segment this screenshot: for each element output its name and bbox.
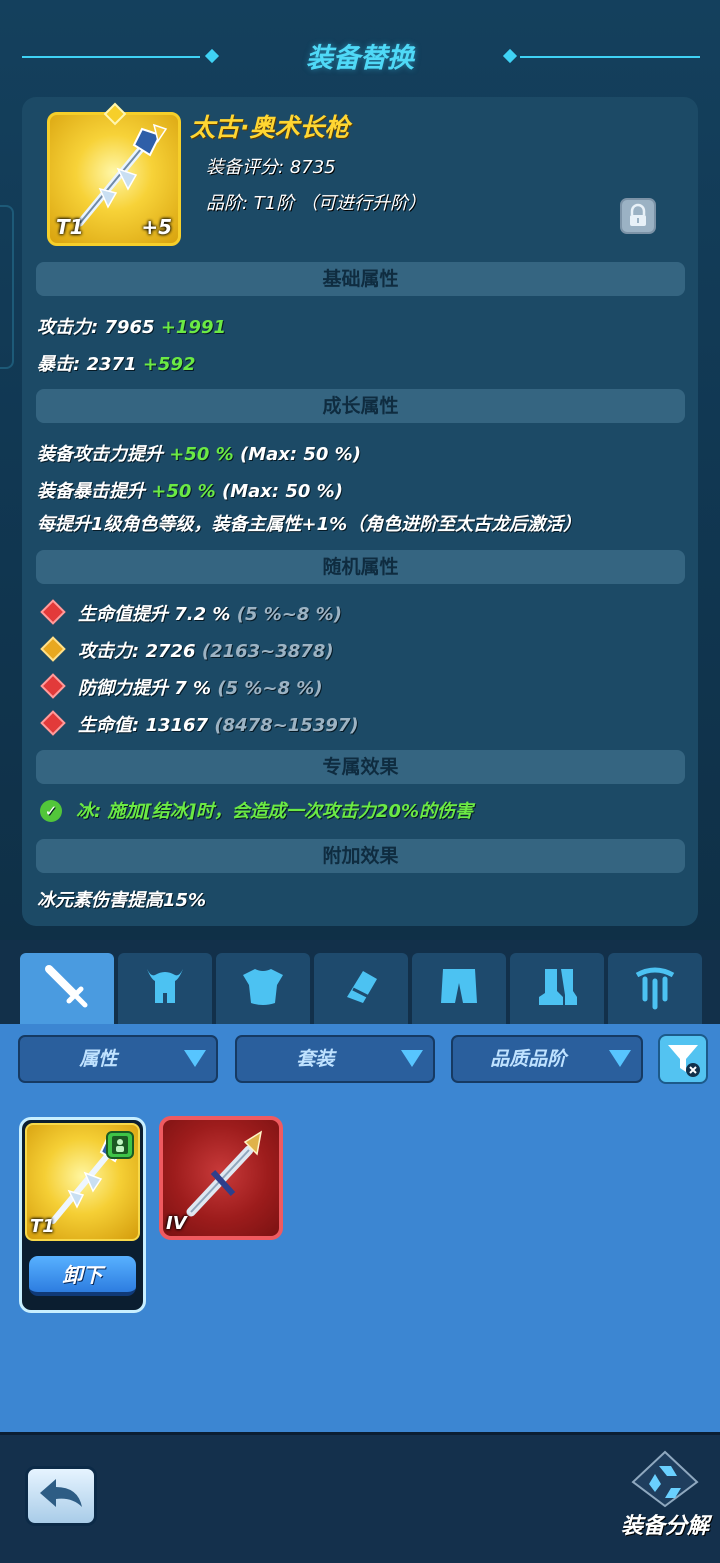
inventory-item[interactable]: IV bbox=[159, 1116, 283, 1240]
filter-attribute-label: 属性 bbox=[79, 1048, 118, 1070]
chevron-down-icon bbox=[401, 1050, 423, 1067]
tab-armor[interactable] bbox=[216, 953, 310, 1024]
red-gem-icon bbox=[40, 673, 66, 699]
stat-label: 装备攻击力提升 bbox=[37, 444, 170, 465]
tab-pants[interactable] bbox=[412, 953, 506, 1024]
stat-range: (8478~15397) bbox=[214, 715, 359, 736]
equipment-tabs bbox=[0, 940, 720, 1024]
stat-label: 暴击: 2371 bbox=[37, 354, 143, 375]
stat-max: (Max: 50 %) bbox=[215, 481, 343, 502]
equipped-badge bbox=[106, 1131, 134, 1159]
armor-icon bbox=[243, 969, 283, 1005]
item-tier-label: T1 bbox=[56, 215, 84, 239]
stat-bonus: +50 % bbox=[169, 444, 234, 465]
filter-quality-label: 品质品阶 bbox=[490, 1048, 567, 1070]
tab-accessory[interactable] bbox=[608, 953, 702, 1024]
stat-label: 防御力提升 7 % bbox=[78, 678, 218, 699]
person-icon bbox=[112, 1136, 128, 1154]
pants-icon bbox=[441, 969, 477, 1003]
item-name: 太古·奥术长枪 bbox=[190, 113, 350, 142]
tab-weapon[interactable] bbox=[20, 953, 114, 1024]
red-gem-icon bbox=[40, 710, 66, 736]
sword-icon bbox=[45, 965, 88, 1008]
tab-helmet[interactable] bbox=[118, 953, 212, 1024]
chevron-down-icon bbox=[609, 1050, 631, 1067]
gauntlet-icon bbox=[347, 971, 377, 1003]
lock-icon bbox=[630, 203, 646, 226]
extra-effect: 冰元素伤害提高15% bbox=[37, 890, 207, 911]
section-exclusive-header: 专属效果 bbox=[36, 750, 685, 784]
inventory-item-icon[interactable]: T1 bbox=[25, 1123, 140, 1241]
item-enhance-level: +5 bbox=[141, 215, 172, 239]
random-stat: 防御力提升 7 % (5 %~8 %) bbox=[40, 673, 323, 700]
stat-range: (2163~3878) bbox=[201, 641, 334, 662]
unequip-button[interactable]: 卸下 bbox=[29, 1256, 136, 1296]
stat-label: 生命值提升 7.2 % bbox=[78, 604, 237, 625]
exclusive-effect-text: 冰: 施加[结冰]时，会造成一次攻击力20%的伤害 bbox=[76, 801, 474, 822]
item-grade: 品阶: T1阶 （可进行升阶） bbox=[206, 193, 426, 214]
tab-boots[interactable] bbox=[510, 953, 604, 1024]
stat-max: (Max: 50 %) bbox=[233, 444, 361, 465]
stat-label: 攻击力: 2726 bbox=[78, 641, 202, 662]
filter-clear-icon bbox=[668, 1045, 700, 1077]
chevron-down-icon bbox=[184, 1050, 206, 1067]
section-basic-header: 基础属性 bbox=[36, 262, 685, 296]
recycle-icon bbox=[631, 1450, 699, 1508]
stat-label: 装备暴击提升 bbox=[37, 481, 152, 502]
inventory-item-tier: T1 bbox=[30, 1216, 55, 1237]
clear-filter-button[interactable] bbox=[658, 1034, 708, 1084]
random-stat: 攻击力: 2726 (2163~3878) bbox=[40, 636, 334, 663]
lock-button[interactable] bbox=[620, 198, 656, 234]
decompose-label: 装备分解 bbox=[620, 1514, 709, 1539]
random-stat: 生命值: 13167 (8478~15397) bbox=[40, 710, 359, 737]
basic-stat-attack: 攻击力: 7965 +1991 bbox=[37, 313, 226, 339]
section-extra-header: 附加效果 bbox=[36, 839, 685, 873]
filter-attribute-dropdown[interactable]: 属性 bbox=[18, 1035, 218, 1083]
back-arrow-icon bbox=[40, 1479, 82, 1507]
title-line-right bbox=[520, 56, 700, 58]
boots-icon bbox=[539, 969, 577, 1005]
filter-quality-dropdown[interactable]: 品质品阶 bbox=[451, 1035, 643, 1083]
decompose-button[interactable]: 装备分解 bbox=[615, 1448, 715, 1548]
check-icon: ✓ bbox=[40, 800, 62, 822]
footer-bar bbox=[0, 1432, 720, 1563]
growth-note: 每提升1级角色等级，装备主属性+1%（角色进阶至太古龙后激活） bbox=[37, 514, 582, 535]
basic-stat-crit: 暴击: 2371 +592 bbox=[37, 350, 196, 376]
gold-gem-icon bbox=[40, 636, 66, 662]
accessory-icon bbox=[635, 967, 675, 1010]
filter-set-dropdown[interactable]: 套装 bbox=[235, 1035, 435, 1083]
stat-label: 生命值: 13167 bbox=[78, 715, 215, 736]
stat-range: (5 %~8 %) bbox=[217, 678, 323, 699]
filter-set-label: 套装 bbox=[296, 1048, 335, 1070]
side-bracket bbox=[0, 205, 14, 369]
exclusive-effect: ✓ 冰: 施加[结冰]时，会造成一次攻击力20%的伤害 bbox=[40, 797, 473, 823]
stat-bonus: +50 % bbox=[151, 481, 216, 502]
inventory-item-tier: IV bbox=[166, 1213, 187, 1234]
section-random-header: 随机属性 bbox=[36, 550, 685, 584]
helmet-icon bbox=[147, 969, 183, 1003]
title-row: 装备替换 bbox=[0, 30, 720, 85]
red-gem-icon bbox=[40, 599, 66, 625]
random-stat: 生命值提升 7.2 % (5 %~8 %) bbox=[40, 599, 342, 626]
item-icon[interactable]: T1 +5 bbox=[47, 112, 181, 246]
back-button[interactable] bbox=[25, 1466, 97, 1526]
inventory-item-equipped[interactable]: T1 卸下 bbox=[19, 1117, 146, 1313]
stat-bonus: +1991 bbox=[160, 317, 227, 338]
stat-range: (5 %~8 %) bbox=[236, 604, 342, 625]
item-score: 装备评分: 8735 bbox=[206, 157, 336, 178]
tab-gauntlet[interactable] bbox=[314, 953, 408, 1024]
growth-stat-attack: 装备攻击力提升 +50 % (Max: 50 %) bbox=[37, 440, 361, 466]
stat-bonus: +592 bbox=[142, 354, 196, 375]
growth-stat-crit: 装备暴击提升 +50 % (Max: 50 %) bbox=[37, 477, 343, 503]
stat-label: 攻击力: 7965 bbox=[37, 317, 161, 338]
section-growth-header: 成长属性 bbox=[36, 389, 685, 423]
